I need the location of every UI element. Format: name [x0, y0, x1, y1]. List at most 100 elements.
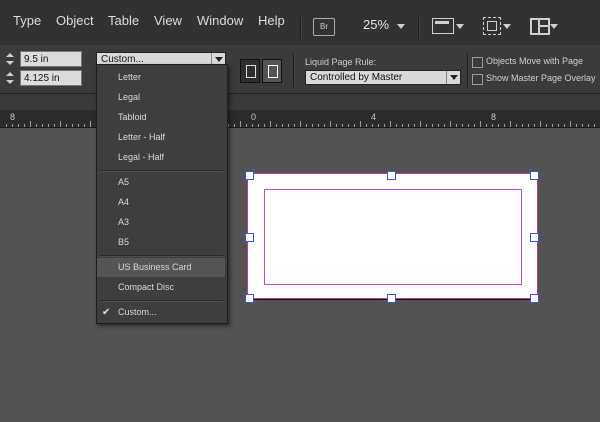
ruler-tick [546, 124, 547, 127]
view-options-icon[interactable] [432, 18, 454, 34]
ruler-label: 0 [251, 112, 257, 122]
ruler-tick [582, 124, 583, 127]
page-size-option[interactable]: Compact Disc [97, 278, 225, 297]
width-stepper-icon[interactable] [4, 51, 16, 67]
resize-handle-bottom[interactable] [387, 294, 396, 303]
ruler-tick [492, 124, 493, 127]
ruler-tick [288, 124, 289, 127]
ruler-tick [366, 124, 367, 127]
ruler-tick [330, 121, 331, 127]
ruler-tick [558, 124, 559, 127]
ruler-tick [420, 121, 421, 127]
page-size-option[interactable]: A3 [97, 213, 225, 232]
ruler-tick [570, 121, 571, 127]
resize-handle-left[interactable] [245, 233, 254, 242]
menu-object[interactable]: Object [56, 13, 94, 28]
ruler-tick [516, 124, 517, 127]
ruler-tick [474, 124, 475, 127]
height-field[interactable]: 4.125 in [20, 70, 82, 86]
ruler-tick [354, 124, 355, 127]
ruler-tick [312, 124, 313, 127]
ruler-tick [564, 124, 565, 127]
ruler-tick [60, 121, 61, 127]
ruler-tick [360, 121, 361, 127]
divider [99, 255, 223, 257]
ruler-tick [462, 124, 463, 127]
ruler-tick [534, 124, 535, 127]
ruler-tick [72, 124, 73, 127]
resize-handle-bottom-left[interactable] [245, 294, 254, 303]
resize-handle-top-left[interactable] [245, 171, 254, 180]
ruler-tick [276, 124, 277, 127]
page-size-option-highlighted[interactable]: US Business Card [97, 258, 225, 277]
ruler-tick [294, 124, 295, 127]
ruler-tick [6, 124, 7, 127]
edit-page-tool-icon[interactable] [240, 59, 260, 83]
page-size-option[interactable]: B5 [97, 233, 225, 252]
ruler-tick [402, 124, 403, 127]
ruler-tick [258, 124, 259, 127]
resize-handle-top-right[interactable] [530, 171, 539, 180]
ruler-tick [48, 124, 49, 127]
menu-view[interactable]: View [154, 13, 182, 28]
ruler-tick [228, 124, 229, 127]
ruler-tick [300, 121, 301, 127]
zoom-level[interactable]: 25% [363, 17, 389, 32]
ruler-tick [234, 124, 235, 127]
show-master-overlay-checkbox[interactable] [472, 74, 483, 85]
width-field[interactable]: 9.5 in [20, 51, 82, 67]
divider [99, 300, 223, 302]
document-tab-strip [0, 94, 600, 110]
ruler-tick [438, 124, 439, 127]
ruler-tick [390, 121, 391, 127]
page-size-option[interactable]: Tabloid [97, 108, 225, 127]
page-size-option[interactable]: A5 [97, 173, 225, 192]
ruler-tick [84, 124, 85, 127]
resize-handle-bottom-right[interactable] [530, 294, 539, 303]
arrange-documents-caret-icon[interactable] [550, 24, 558, 29]
liquid-page-rule-select[interactable]: Controlled by Master [305, 70, 461, 85]
menu-window[interactable]: Window [197, 13, 243, 28]
ruler-tick [396, 124, 397, 127]
menu-type[interactable]: Type [13, 13, 41, 28]
page-size-option[interactable]: Letter - Half [97, 128, 225, 147]
ruler-tick [588, 124, 589, 127]
zoom-dropdown-icon[interactable] [397, 24, 405, 29]
control-panel: 9.5 in 4.125 in Custom... Liquid Page Ru… [0, 45, 600, 94]
resize-handle-right[interactable] [530, 233, 539, 242]
page-size-option[interactable]: A4 [97, 193, 225, 212]
liquid-page-rule-value: Controlled by Master [310, 72, 403, 83]
ruler-tick [456, 124, 457, 127]
ruler-tick [36, 124, 37, 127]
arrange-documents-icon[interactable] [530, 18, 550, 35]
menu-table[interactable]: Table [108, 13, 139, 28]
ruler-label: 4 [371, 112, 377, 122]
ruler-tick [594, 124, 595, 127]
ruler-tick [30, 121, 31, 127]
bridge-button[interactable]: Br [313, 18, 335, 36]
menu-help[interactable]: Help [258, 13, 285, 28]
page-size-option-label: Custom... [118, 307, 157, 317]
page-size-option[interactable]: Legal - Half [97, 148, 225, 167]
ruler-tick [24, 124, 25, 127]
objects-move-checkbox[interactable] [472, 57, 483, 68]
ruler-tick [432, 124, 433, 127]
view-options-caret-icon[interactable] [456, 24, 464, 29]
ruler-tick [306, 124, 307, 127]
page-size-option-selected[interactable]: ✔ Custom... [97, 303, 225, 322]
ruler-tick [336, 124, 337, 127]
ruler-tick [90, 121, 91, 127]
page-size-option[interactable]: Legal [97, 88, 225, 107]
screen-mode-caret-icon[interactable] [503, 24, 511, 29]
page-position-icon[interactable] [262, 59, 282, 83]
height-stepper-icon[interactable] [4, 70, 16, 86]
ruler-tick [504, 124, 505, 127]
page-size-option[interactable]: Letter [97, 68, 225, 87]
screen-mode-icon[interactable] [483, 17, 501, 35]
ruler-tick [240, 121, 241, 127]
ruler-tick [324, 124, 325, 127]
resize-handle-top[interactable] [387, 171, 396, 180]
ruler-tick [408, 124, 409, 127]
ruler-tick [246, 124, 247, 127]
horizontal-ruler[interactable]: 8 0 4 8 [0, 110, 600, 128]
